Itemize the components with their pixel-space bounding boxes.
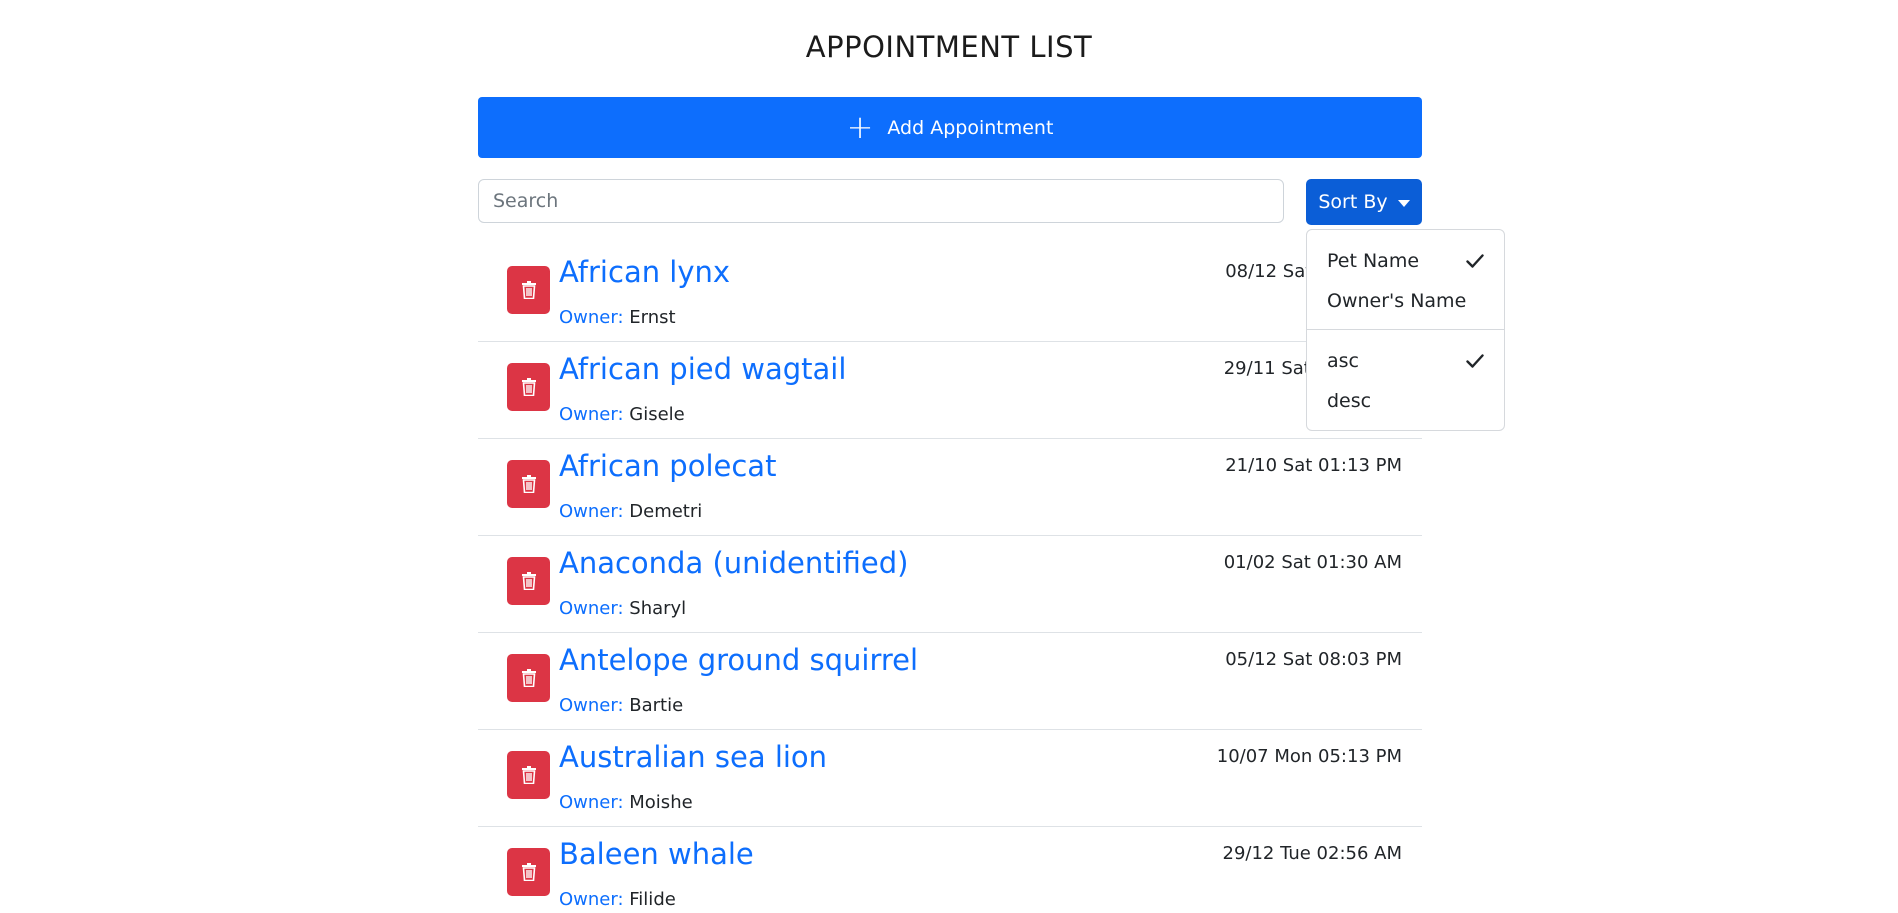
delete-button[interactable] bbox=[507, 557, 550, 605]
sort-by-button[interactable]: Sort By bbox=[1306, 179, 1422, 225]
search-input[interactable] bbox=[478, 179, 1284, 223]
pet-name[interactable]: Anaconda (unidentified) bbox=[559, 546, 908, 580]
appointment-date: 01/02 Sat 01:30 AM bbox=[1223, 552, 1402, 573]
sort-order-desc[interactable]: desc bbox=[1327, 386, 1484, 416]
owner-label: Owner: bbox=[559, 501, 624, 522]
sort-by-label: Sort By bbox=[1318, 191, 1388, 213]
owner-name: Demetri bbox=[629, 501, 703, 522]
trash-icon bbox=[521, 475, 536, 493]
owner-label: Owner: bbox=[559, 598, 624, 619]
sort-order-asc[interactable]: asc bbox=[1327, 346, 1484, 376]
page-title: APPOINTMENT LIST bbox=[805, 30, 1093, 64]
owner-name: Moishe bbox=[629, 792, 693, 813]
owner-line: Owner: Bartie bbox=[559, 695, 683, 716]
owner-name: Gisele bbox=[629, 404, 685, 425]
pet-name[interactable]: African polecat bbox=[559, 449, 776, 483]
pet-name[interactable]: Baleen whale bbox=[559, 837, 754, 871]
sort-option-pet-name[interactable]: Pet Name bbox=[1327, 246, 1484, 276]
checkmark-icon bbox=[1466, 254, 1484, 268]
trash-icon bbox=[521, 378, 536, 396]
pet-name[interactable]: African pied wagtail bbox=[559, 352, 846, 386]
checkmark-icon bbox=[1466, 354, 1484, 368]
appointment-item: African lynx Owner: Ernst 08/12 Sat 03:4… bbox=[478, 245, 1422, 342]
pet-name[interactable]: Antelope ground squirrel bbox=[559, 643, 918, 677]
owner-label: Owner: bbox=[559, 695, 624, 716]
delete-button[interactable] bbox=[507, 460, 550, 508]
owner-label: Owner: bbox=[559, 404, 624, 425]
sort-option-label: Owner's Name bbox=[1327, 290, 1467, 312]
owner-name: Bartie bbox=[629, 695, 684, 716]
trash-icon bbox=[521, 669, 536, 687]
owner-label: Owner: bbox=[559, 307, 624, 328]
appointment-date: 05/12 Sat 08:03 PM bbox=[1225, 649, 1402, 670]
dropdown-divider bbox=[1307, 329, 1504, 330]
appointment-item: African polecat Owner: Demetri 21/10 Sat… bbox=[478, 439, 1422, 536]
page: APPOINTMENT LIST + Add Appointment Sort … bbox=[0, 0, 1898, 913]
delete-button[interactable] bbox=[507, 654, 550, 702]
trash-icon bbox=[521, 766, 536, 784]
appointment-date: 10/07 Mon 05:13 PM bbox=[1216, 746, 1402, 767]
appointment-item: African pied wagtail Owner: Gisele 29/11… bbox=[478, 342, 1422, 439]
sort-option-owner-name[interactable]: Owner's Name bbox=[1327, 286, 1484, 316]
delete-button[interactable] bbox=[507, 266, 550, 314]
trash-icon bbox=[521, 281, 536, 299]
owner-label: Owner: bbox=[559, 889, 624, 910]
appointment-item: Australian sea lion Owner: Moishe 10/07 … bbox=[478, 730, 1422, 827]
owner-line: Owner: Moishe bbox=[559, 792, 693, 813]
owner-name: Sharyl bbox=[629, 598, 687, 619]
sort-dropdown-menu: Pet Name Owner's Name asc desc bbox=[1306, 229, 1505, 431]
appointment-item: Baleen whale Owner: Filide 29/12 Tue 02:… bbox=[478, 827, 1422, 913]
sort-order-label: desc bbox=[1327, 390, 1372, 412]
add-appointment-button[interactable]: + Add Appointment bbox=[478, 97, 1422, 158]
plus-icon: + bbox=[846, 107, 874, 146]
appointment-item: Anaconda (unidentified) Owner: Sharyl 01… bbox=[478, 536, 1422, 633]
owner-line: Owner: Ernst bbox=[559, 307, 676, 328]
sort-order-label: asc bbox=[1327, 350, 1359, 372]
owner-line: Owner: Sharyl bbox=[559, 598, 686, 619]
owner-line: Owner: Demetri bbox=[559, 501, 702, 522]
delete-button[interactable] bbox=[507, 848, 550, 896]
delete-button[interactable] bbox=[507, 363, 550, 411]
owner-line: Owner: Filide bbox=[559, 889, 676, 910]
add-appointment-label: Add Appointment bbox=[887, 116, 1054, 139]
delete-button[interactable] bbox=[507, 751, 550, 799]
owner-label: Owner: bbox=[559, 792, 624, 813]
appointment-list: African lynx Owner: Ernst 08/12 Sat 03:4… bbox=[478, 245, 1422, 913]
sort-option-label: Pet Name bbox=[1327, 250, 1420, 272]
appointment-item: Antelope ground squirrel Owner: Bartie 0… bbox=[478, 633, 1422, 730]
caret-down-icon bbox=[1397, 199, 1410, 207]
owner-line: Owner: Gisele bbox=[559, 404, 685, 425]
appointment-date: 21/10 Sat 01:13 PM bbox=[1225, 455, 1402, 476]
pet-name[interactable]: Australian sea lion bbox=[559, 740, 827, 774]
pet-name[interactable]: African lynx bbox=[559, 255, 730, 289]
owner-name: Filide bbox=[629, 889, 676, 910]
owner-name: Ernst bbox=[629, 307, 676, 328]
trash-icon bbox=[521, 572, 536, 590]
appointment-date: 29/12 Tue 02:56 AM bbox=[1222, 843, 1403, 864]
trash-icon bbox=[521, 863, 536, 881]
